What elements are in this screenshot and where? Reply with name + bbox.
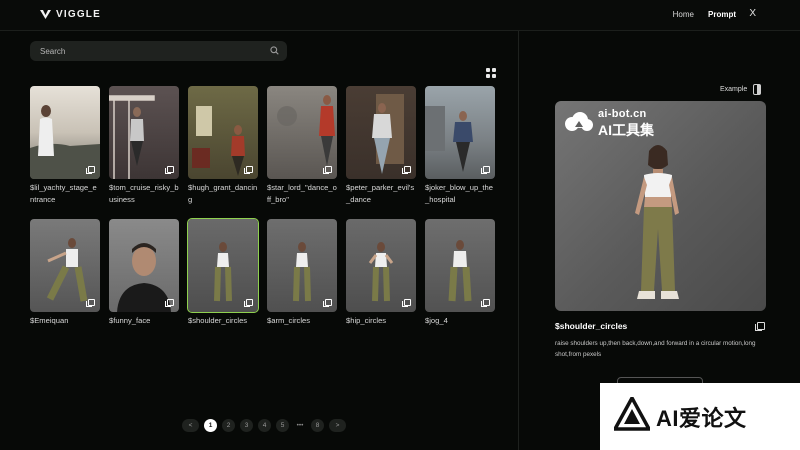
template-label: $peter_parker_evil's_dance — [346, 183, 415, 204]
ai-logo-icon — [612, 394, 652, 436]
search-icon[interactable] — [270, 42, 279, 60]
template-browser: Search $lil_yachty_stage_entrance $tom_c… — [0, 31, 519, 450]
search-input[interactable]: Search — [30, 41, 287, 61]
template-thumbnail — [109, 86, 179, 179]
template-card[interactable]: $hugh_grant_dancing — [188, 86, 258, 206]
page-button-4[interactable]: 4 — [258, 419, 271, 432]
template-label: $arm_circles — [267, 316, 311, 325]
template-card[interactable]: $lil_yachty_stage_entrance — [30, 86, 100, 206]
copy-icon[interactable] — [402, 299, 411, 307]
search-placeholder: Search — [40, 46, 66, 56]
template-thumbnail — [267, 86, 337, 179]
template-card[interactable]: $tom_cruise_risky_business — [109, 86, 179, 206]
page-button-8[interactable]: 8 — [311, 419, 324, 432]
copy-icon[interactable] — [323, 166, 332, 174]
detail-description: raise shoulders up,then back,down,and fo… — [555, 340, 756, 358]
template-card[interactable]: $Emeiquan — [30, 219, 100, 327]
copy-icon[interactable] — [244, 166, 253, 174]
cloud-logo-icon — [563, 111, 593, 138]
template-thumbnail — [109, 219, 179, 312]
template-label: $star_lord_"dance_off_bro" — [267, 183, 337, 204]
template-thumbnail — [187, 218, 259, 313]
template-card[interactable]: $funny_face — [109, 219, 179, 327]
copy-icon[interactable] — [86, 166, 95, 174]
pagination-ellipsis: ••• — [296, 422, 304, 429]
template-card[interactable]: $hip_circles — [346, 219, 416, 327]
copy-icon[interactable] — [86, 299, 95, 307]
example-toggle-row[interactable]: Example — [720, 84, 762, 95]
brand-badge: AI爱论文 — [600, 383, 800, 450]
template-thumbnail — [425, 219, 495, 312]
copy-icon[interactable] — [481, 166, 490, 174]
badge-text: AI爱论文 — [656, 405, 747, 431]
template-thumbnail — [30, 219, 100, 312]
template-label: $hugh_grant_dancing — [188, 183, 258, 204]
template-label: $hip_circles — [346, 316, 387, 325]
template-card[interactable]: $peter_parker_evil's_dance — [346, 86, 416, 206]
copy-icon[interactable] — [244, 299, 253, 307]
template-card[interactable]: $star_lord_"dance_off_bro" — [267, 86, 337, 206]
template-label: $jog_4 — [425, 316, 448, 325]
template-label: $joker_blow_up_the_hospital — [425, 183, 493, 204]
watermark-url: ai-bot.cn — [598, 108, 647, 120]
template-label: $tom_cruise_risky_business — [109, 183, 179, 204]
next-page-button[interactable]: > — [329, 419, 346, 432]
template-thumbnail — [267, 219, 337, 312]
main-nav: Home Prompt — [673, 10, 736, 19]
template-thumbnail — [346, 86, 416, 179]
template-label: $Emeiquan — [30, 316, 69, 325]
detail-title: $shoulder_circles — [555, 321, 628, 331]
copy-icon[interactable] — [481, 299, 490, 307]
watermark-title: AI工具集 — [598, 122, 654, 138]
template-card[interactable]: $joker_blow_up_the_hospital — [425, 86, 495, 206]
copy-icon[interactable] — [165, 299, 174, 307]
template-label: $shoulder_circles — [188, 316, 248, 325]
example-toggle-icon[interactable] — [753, 84, 762, 95]
template-thumbnail — [346, 219, 416, 312]
watermark: ai-bot.cn AI工具集 — [563, 108, 654, 140]
template-label: $funny_face — [109, 316, 151, 325]
template-preview[interactable]: ai-bot.cn AI工具集 — [555, 101, 766, 311]
template-card-selected[interactable]: $shoulder_circles — [187, 218, 259, 327]
template-card[interactable]: $arm_circles — [267, 219, 337, 327]
viggle-logo-icon — [40, 10, 51, 19]
grid-view-icon[interactable] — [486, 68, 496, 78]
template-thumbnail — [30, 86, 100, 179]
page-button-2[interactable]: 2 — [222, 419, 235, 432]
template-thumbnail — [425, 86, 495, 179]
pagination: < 1 2 3 4 5 ••• 8 > — [182, 419, 346, 432]
template-label: $lil_yachty_stage_entrance — [30, 183, 97, 204]
brand-logo[interactable]: VIGGLE — [40, 9, 101, 20]
close-button[interactable]: X — [749, 8, 756, 19]
prev-page-button[interactable]: < — [182, 419, 199, 432]
copy-prompt-icon[interactable] — [755, 322, 765, 331]
template-thumbnail — [188, 86, 258, 179]
copy-icon[interactable] — [165, 166, 174, 174]
brand-name: VIGGLE — [56, 9, 101, 20]
nav-home-link[interactable]: Home — [673, 10, 694, 19]
nav-prompt-link[interactable]: Prompt — [708, 10, 736, 19]
example-label: Example — [720, 86, 748, 93]
page-button-5[interactable]: 5 — [276, 419, 289, 432]
page-button-3[interactable]: 3 — [240, 419, 253, 432]
page-button-1[interactable]: 1 — [204, 419, 217, 432]
copy-icon[interactable] — [323, 299, 332, 307]
template-card[interactable]: $jog_4 — [425, 219, 495, 327]
top-nav-bar: VIGGLE Home Prompt X — [0, 0, 800, 31]
copy-icon[interactable] — [402, 166, 411, 174]
